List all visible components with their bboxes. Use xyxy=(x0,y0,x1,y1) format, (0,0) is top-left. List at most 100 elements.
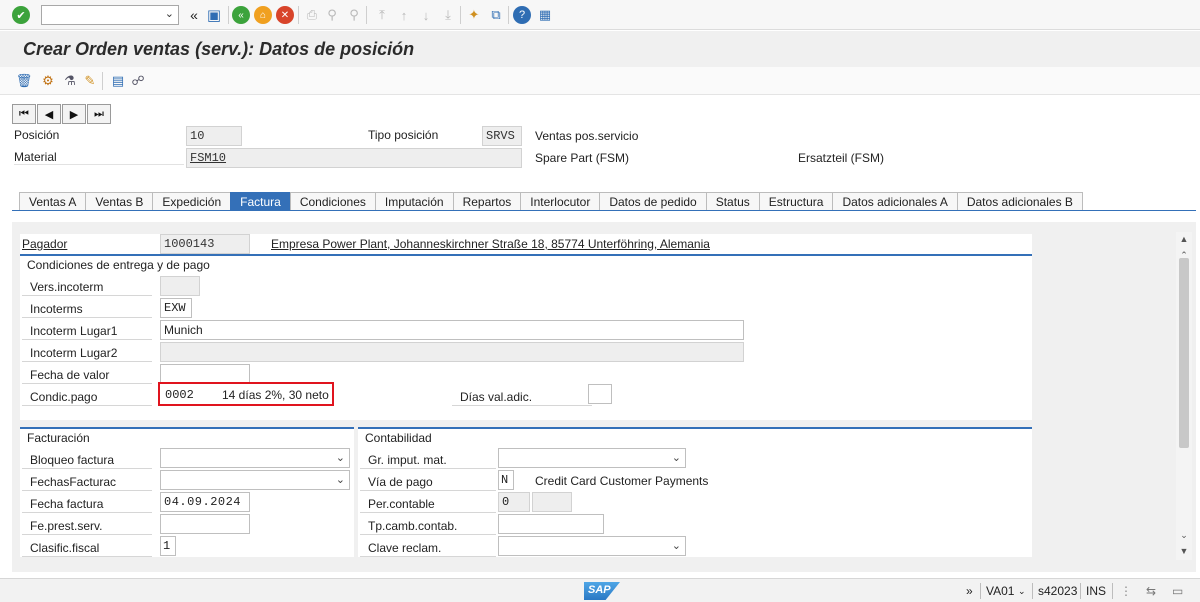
per-contable-field[interactable]: 0 xyxy=(498,492,530,512)
via-de-pago-description: Credit Card Customer Payments xyxy=(535,474,709,488)
gr-imput-mat-select[interactable]: ⌄ xyxy=(498,448,686,468)
save-icon[interactable]: ▣ xyxy=(204,5,224,25)
scroll-up-icon[interactable]: ▲ xyxy=(1176,234,1192,248)
scroll-down-icon[interactable]: ▼ xyxy=(1176,546,1192,560)
chevron-down-icon[interactable]: ⌄ xyxy=(336,473,345,486)
incoterm-lugar2-field[interactable] xyxy=(160,342,744,362)
tab-repartos[interactable]: Repartos xyxy=(452,192,522,211)
tab-underline xyxy=(12,210,1196,211)
fecha-valor-field[interactable] xyxy=(160,364,250,384)
material-value: FSM10 xyxy=(190,151,227,165)
next-page-icon[interactable]: ↓ xyxy=(416,5,436,25)
status-expand-arrows[interactable]: » xyxy=(966,584,973,598)
fe-prest-serv-label: Fe.prest.serv. xyxy=(22,515,152,535)
find-icon[interactable]: ⚲ xyxy=(322,5,342,25)
help-icon[interactable]: ? xyxy=(513,6,531,24)
clasific-fiscal-field[interactable]: 1 xyxy=(160,536,176,556)
posicion-label: Posición xyxy=(14,128,60,142)
tab-expedicion[interactable]: Expedición xyxy=(152,192,232,211)
exit-icon[interactable]: ⌂ xyxy=(254,6,272,24)
condic-pago-label: Condic.pago xyxy=(22,386,152,406)
page-title: Crear Orden ventas (serv.): Datos de pos… xyxy=(23,39,415,59)
tab-imputacion[interactable]: Imputación xyxy=(374,192,454,211)
tab-condiciones[interactable]: Condiciones xyxy=(289,192,376,211)
new-session-icon[interactable]: ✦ xyxy=(464,5,484,25)
collapse-arrows-icon[interactable]: « xyxy=(184,5,204,25)
tab-datos-de-pedido[interactable]: Datos de pedido xyxy=(599,192,707,211)
status-bar: SAP » VA01 ⌄ s42023 INS ⋮ ⇆ ▭ xyxy=(0,578,1200,602)
last-item-icon: ⏭ xyxy=(94,107,104,120)
back-icon[interactable]: « xyxy=(232,6,250,24)
tab-status[interactable]: Status xyxy=(705,192,760,211)
next-item-button[interactable]: ▶ xyxy=(62,104,86,124)
fecha-factura-field[interactable]: 04.09.2024 xyxy=(160,492,250,512)
vers-incoterm-label: Vers.incoterm xyxy=(22,276,152,296)
vertical-scrollbar[interactable]: ▲ ⌃ ⌄ ▼ xyxy=(1176,232,1192,560)
vers-incoterm-field[interactable] xyxy=(160,276,200,296)
incoterm-lugar2-label: Incoterm Lugar2 xyxy=(22,342,152,362)
delete-icon[interactable]: 🗑 xyxy=(14,71,34,91)
cancel-icon[interactable]: ✕ xyxy=(276,6,294,24)
dias-val-adic-field[interactable] xyxy=(588,384,612,404)
status-divider-icon: ⋮ xyxy=(1120,584,1132,598)
find-next-icon[interactable]: ⚲ xyxy=(344,5,364,25)
command-field[interactable]: ⌄ xyxy=(41,5,179,25)
chevron-down-icon[interactable]: ⌄ xyxy=(672,539,681,552)
pagador-address[interactable]: Empresa Power Plant, Johanneskirchner St… xyxy=(271,237,710,251)
customize-layout-icon[interactable]: ▦ xyxy=(535,5,555,25)
prev-page-icon[interactable]: ↑ xyxy=(394,5,414,25)
edit-icon[interactable]: ✎ xyxy=(80,71,100,91)
fechas-facturac-select[interactable]: ⌄ xyxy=(160,470,350,490)
pagador-label: Pagador xyxy=(22,237,68,251)
posicion-field[interactable]: 10 xyxy=(186,126,242,146)
tipo-posicion-label: Tipo posición xyxy=(368,128,439,142)
chevron-down-icon[interactable]: ⌄ xyxy=(1018,586,1026,597)
first-item-button[interactable]: ⏮ xyxy=(12,104,36,124)
tab-interlocutor[interactable]: Interlocutor xyxy=(520,192,601,211)
via-de-pago-field[interactable]: N xyxy=(498,470,514,490)
last-page-icon[interactable]: ⤓ xyxy=(438,5,458,25)
chevron-down-icon[interactable]: ⌄ xyxy=(165,7,174,20)
incoterm-lugar1-field[interactable]: Munich xyxy=(160,320,744,340)
chevron-down-icon[interactable]: ⌄ xyxy=(336,451,345,464)
bloqueo-factura-select[interactable]: ⌄ xyxy=(160,448,350,468)
print-icon[interactable]: ⎙ xyxy=(302,5,322,25)
fe-prest-serv-field[interactable] xyxy=(160,514,250,534)
tab-ventas-a[interactable]: Ventas A xyxy=(19,192,87,211)
last-item-button[interactable]: ⏭ xyxy=(87,104,111,124)
shortcut-icon[interactable]: ⧉ xyxy=(486,5,506,25)
tp-camb-contab-label: Tp.camb.contab. xyxy=(360,515,496,535)
bloqueo-factura-label: Bloqueo factura xyxy=(22,449,152,469)
per-contable-year-field[interactable] xyxy=(532,492,572,512)
incoterm-lugar1-label: Incoterm Lugar1 xyxy=(22,320,152,340)
scroll-down-icon[interactable]: ⌄ xyxy=(1176,530,1192,544)
status-connection-icon: ⇆ xyxy=(1146,584,1157,598)
scroll-thumb[interactable] xyxy=(1179,258,1189,448)
sap-logo: SAP xyxy=(584,582,620,600)
tipo-posicion-field[interactable]: SRVS xyxy=(482,126,522,146)
tab-factura[interactable]: Factura xyxy=(230,192,291,211)
tab-datos-adicionales-b[interactable]: Datos adicionales B xyxy=(956,192,1083,211)
material-field[interactable]: FSM10 xyxy=(186,148,522,168)
clasific-fiscal-label: Clasific.fiscal xyxy=(22,537,152,557)
incoterms-field[interactable]: EXW xyxy=(160,298,192,318)
first-page-icon[interactable]: ⤒ xyxy=(372,5,392,25)
structure-icon[interactable]: ⚗ xyxy=(60,71,80,91)
prev-item-button[interactable]: ◀ xyxy=(37,104,61,124)
next-item-icon: ▶ xyxy=(69,108,79,121)
display-variants-icon[interactable]: ☍ xyxy=(128,71,148,91)
tab-strip: Ventas A Ventas B Expedición Factura Con… xyxy=(19,192,1083,211)
title-bar: Crear Orden ventas (serv.): Datos de pos… xyxy=(0,31,1200,67)
tab-datos-adicionales-a[interactable]: Datos adicionales A xyxy=(832,192,958,211)
tab-ventas-b[interactable]: Ventas B xyxy=(85,192,154,211)
configure-icon[interactable]: ⚙ xyxy=(38,71,58,91)
tp-camb-contab-field[interactable] xyxy=(498,514,604,534)
enter-icon[interactable]: ✔ xyxy=(12,6,30,24)
chevron-down-icon[interactable]: ⌄ xyxy=(672,451,681,464)
clave-reclam-select[interactable]: ⌄ xyxy=(498,536,686,556)
status-server: s42023 xyxy=(1038,584,1078,598)
tab-estructura[interactable]: Estructura xyxy=(758,192,834,211)
calculator-icon[interactable]: ▤ xyxy=(108,71,128,91)
pagador-field[interactable]: 1000143 xyxy=(160,234,250,254)
tipo-posicion-description: Ventas pos.servicio xyxy=(535,129,639,143)
